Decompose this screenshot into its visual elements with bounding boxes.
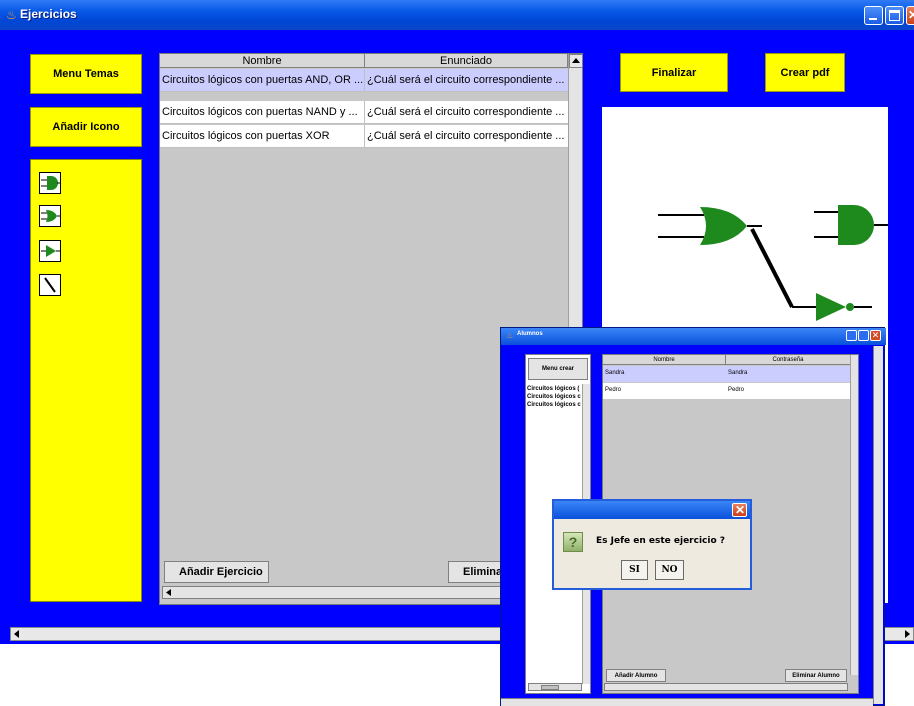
anadir-alumno-button[interactable]: Añadir Alumno (606, 669, 666, 682)
row-nombre: Pedro (605, 387, 622, 393)
confirm-dialog: ✕ ? Es Jefe en este ejercicio ? SI NO (552, 499, 752, 590)
close-icon: ✕ (908, 8, 914, 22)
and-gate-icon (814, 205, 888, 245)
eliminar-alumno-button[interactable]: Eliminar Alumno (785, 669, 847, 682)
menu-crear-button[interactable]: Menu crear (528, 358, 588, 380)
table-row[interactable]: Sandra Sandra (603, 366, 850, 382)
table-vertical-scrollbar[interactable] (850, 355, 858, 675)
minimize-icon (869, 18, 877, 20)
wire-icon[interactable] (39, 274, 61, 296)
close-button[interactable]: ✕ (906, 6, 914, 25)
minimize-button[interactable] (864, 6, 883, 25)
title-bar[interactable]: ♨ Ejercicios ✕ (0, 0, 914, 30)
anadir-icono-button[interactable]: Añadir Icono (30, 107, 142, 147)
icon-palette (30, 159, 142, 602)
dialog-message: Es Jefe en este ejercicio ? (596, 536, 725, 546)
buffer-gate-icon[interactable] (39, 240, 61, 262)
row-nombre: Circuitos lógicos con puertas AND, OR ..… (160, 69, 365, 92)
list-item[interactable]: Circuitos lógicos c (527, 401, 581, 409)
wire-segment (750, 228, 794, 308)
close-icon: ✕ (735, 503, 746, 517)
column-header-nombre[interactable]: Nombre (160, 54, 365, 68)
list-item[interactable]: Circuitos lógicos ( (527, 385, 579, 393)
question-icon: ? (563, 532, 583, 552)
window-horizontal-scrollbar[interactable] (501, 698, 873, 706)
row-nombre: Sandra (605, 370, 625, 376)
list-item[interactable]: Circuitos lógicos c (527, 393, 581, 401)
buffer-gate-icon (816, 293, 872, 321)
arrow-left-icon (166, 589, 171, 596)
finalizar-button[interactable]: Finalizar (620, 53, 728, 92)
column-header-nombre[interactable]: Nombre (603, 355, 726, 365)
scroll-up-button[interactable] (569, 54, 583, 68)
minimize-button[interactable] (846, 330, 857, 341)
crear-pdf-button[interactable]: Crear pdf (765, 53, 845, 92)
maximize-icon (889, 10, 900, 21)
alumnos-window-title: Alumnos (517, 331, 543, 337)
row-enunciado: ¿Cuál será el circuito correspondiente .… (367, 106, 565, 118)
and-gate-icon[interactable] (39, 172, 61, 194)
si-button[interactable]: SI (621, 560, 648, 580)
table-header: Nombre Enunciado (160, 54, 568, 68)
arrow-left-icon (14, 630, 19, 638)
no-button[interactable]: NO (655, 560, 684, 580)
list-horizontal-scrollbar[interactable] (528, 683, 582, 691)
java-cup-icon: ♨ (506, 331, 514, 340)
table-header: Nombre Contraseña (603, 355, 850, 365)
window-title: Ejercicios (20, 7, 77, 21)
window-vertical-scrollbar[interactable] (873, 346, 883, 704)
table-row[interactable]: Circuitos lógicos con puertas AND, OR ..… (160, 69, 568, 92)
row-enunciado: ¿Cuál será el circuito correspondiente .… (367, 74, 565, 86)
eliminar-ejercicio-button[interactable]: Elimina (448, 561, 508, 583)
or-gate-icon (658, 207, 762, 245)
table-row[interactable]: Circuitos lógicos con puertas XOR ¿Cuál … (160, 125, 568, 148)
arrow-right-icon (905, 630, 910, 638)
column-header-enunciado[interactable]: Enunciado (365, 54, 568, 68)
arrow-up-icon (572, 58, 580, 63)
table-horizontal-scrollbar[interactable] (604, 683, 848, 691)
row-nombre: Circuitos lógicos con puertas XOR (160, 125, 365, 148)
column-header-contrasena[interactable]: Contraseña (726, 355, 850, 365)
row-nombre: Circuitos lógicos con puertas NAND y ... (160, 101, 365, 124)
or-gate-icon[interactable] (39, 205, 61, 227)
scroll-thumb[interactable] (541, 685, 559, 690)
table-row[interactable]: Pedro Pedro (603, 383, 850, 399)
dialog-title-bar[interactable]: ✕ (554, 501, 750, 519)
menu-temas-button[interactable]: Menu Temas (30, 54, 142, 94)
maximize-button[interactable] (885, 6, 904, 25)
anadir-ejercicio-button[interactable]: Añadir Ejercicio (164, 561, 269, 583)
table-row[interactable]: Circuitos lógicos con puertas NAND y ...… (160, 101, 568, 124)
java-cup-icon: ♨ (6, 8, 17, 22)
close-icon[interactable]: ✕ (870, 330, 881, 341)
dialog-close-button[interactable]: ✕ (732, 503, 747, 517)
alumnos-title-bar[interactable]: ♨ Alumnos ✕ (501, 328, 886, 345)
row-contrasena: Sandra (728, 370, 748, 376)
table-horizontal-scrollbar[interactable] (162, 586, 508, 599)
maximize-button[interactable] (858, 330, 869, 341)
row-contrasena: Pedro (728, 387, 745, 393)
row-enunciado: ¿Cuál será el circuito correspondiente .… (367, 130, 565, 142)
